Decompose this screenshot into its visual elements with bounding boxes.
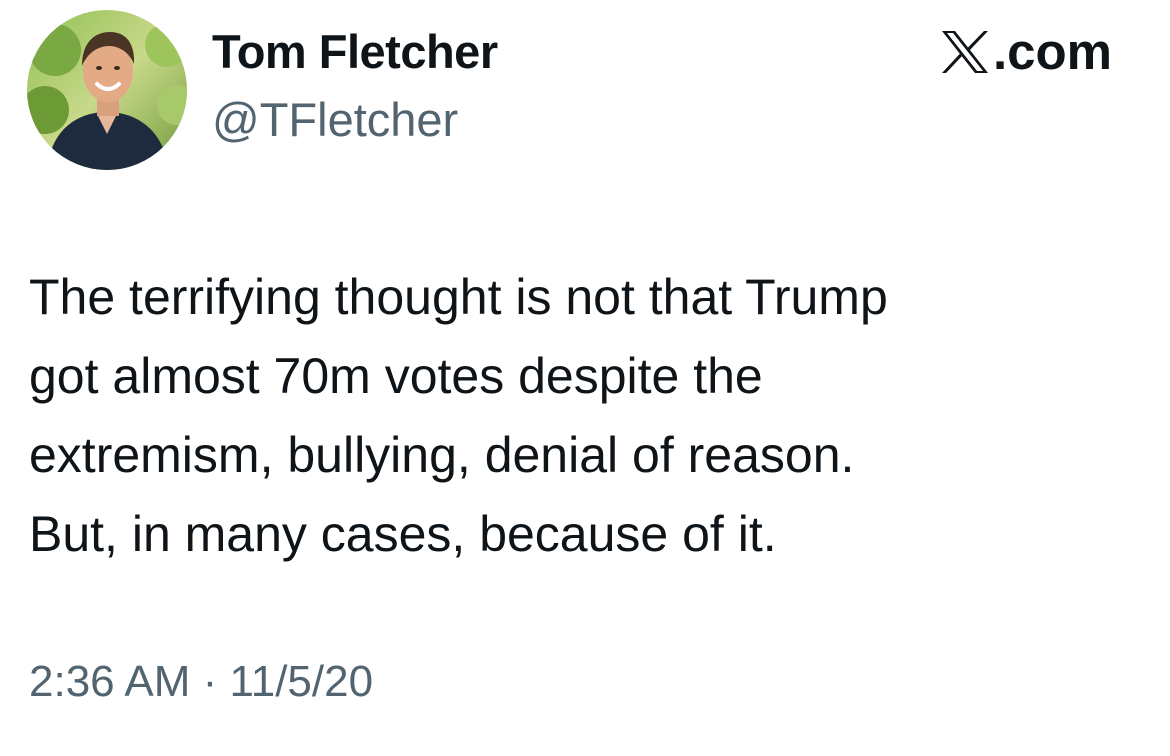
author-avatar[interactable]: [27, 10, 187, 170]
brand-label: .com: [992, 23, 1112, 80]
profile-photo-avatar: [27, 10, 187, 170]
author-display-name[interactable]: Tom Fletcher: [212, 24, 498, 80]
author-handle[interactable]: @TFletcher: [212, 92, 458, 148]
tweet-timestamp[interactable]: 2:36 AM · 11/5/20: [29, 652, 373, 712]
tweet-body: The terrifying thought is not that Trump…: [29, 269, 888, 562]
brand-logo: .com: [940, 24, 1112, 80]
x-logo-icon: [940, 29, 990, 75]
tweet-card: Tom Fletcher @TFletcher .com The terrify…: [0, 0, 1170, 756]
